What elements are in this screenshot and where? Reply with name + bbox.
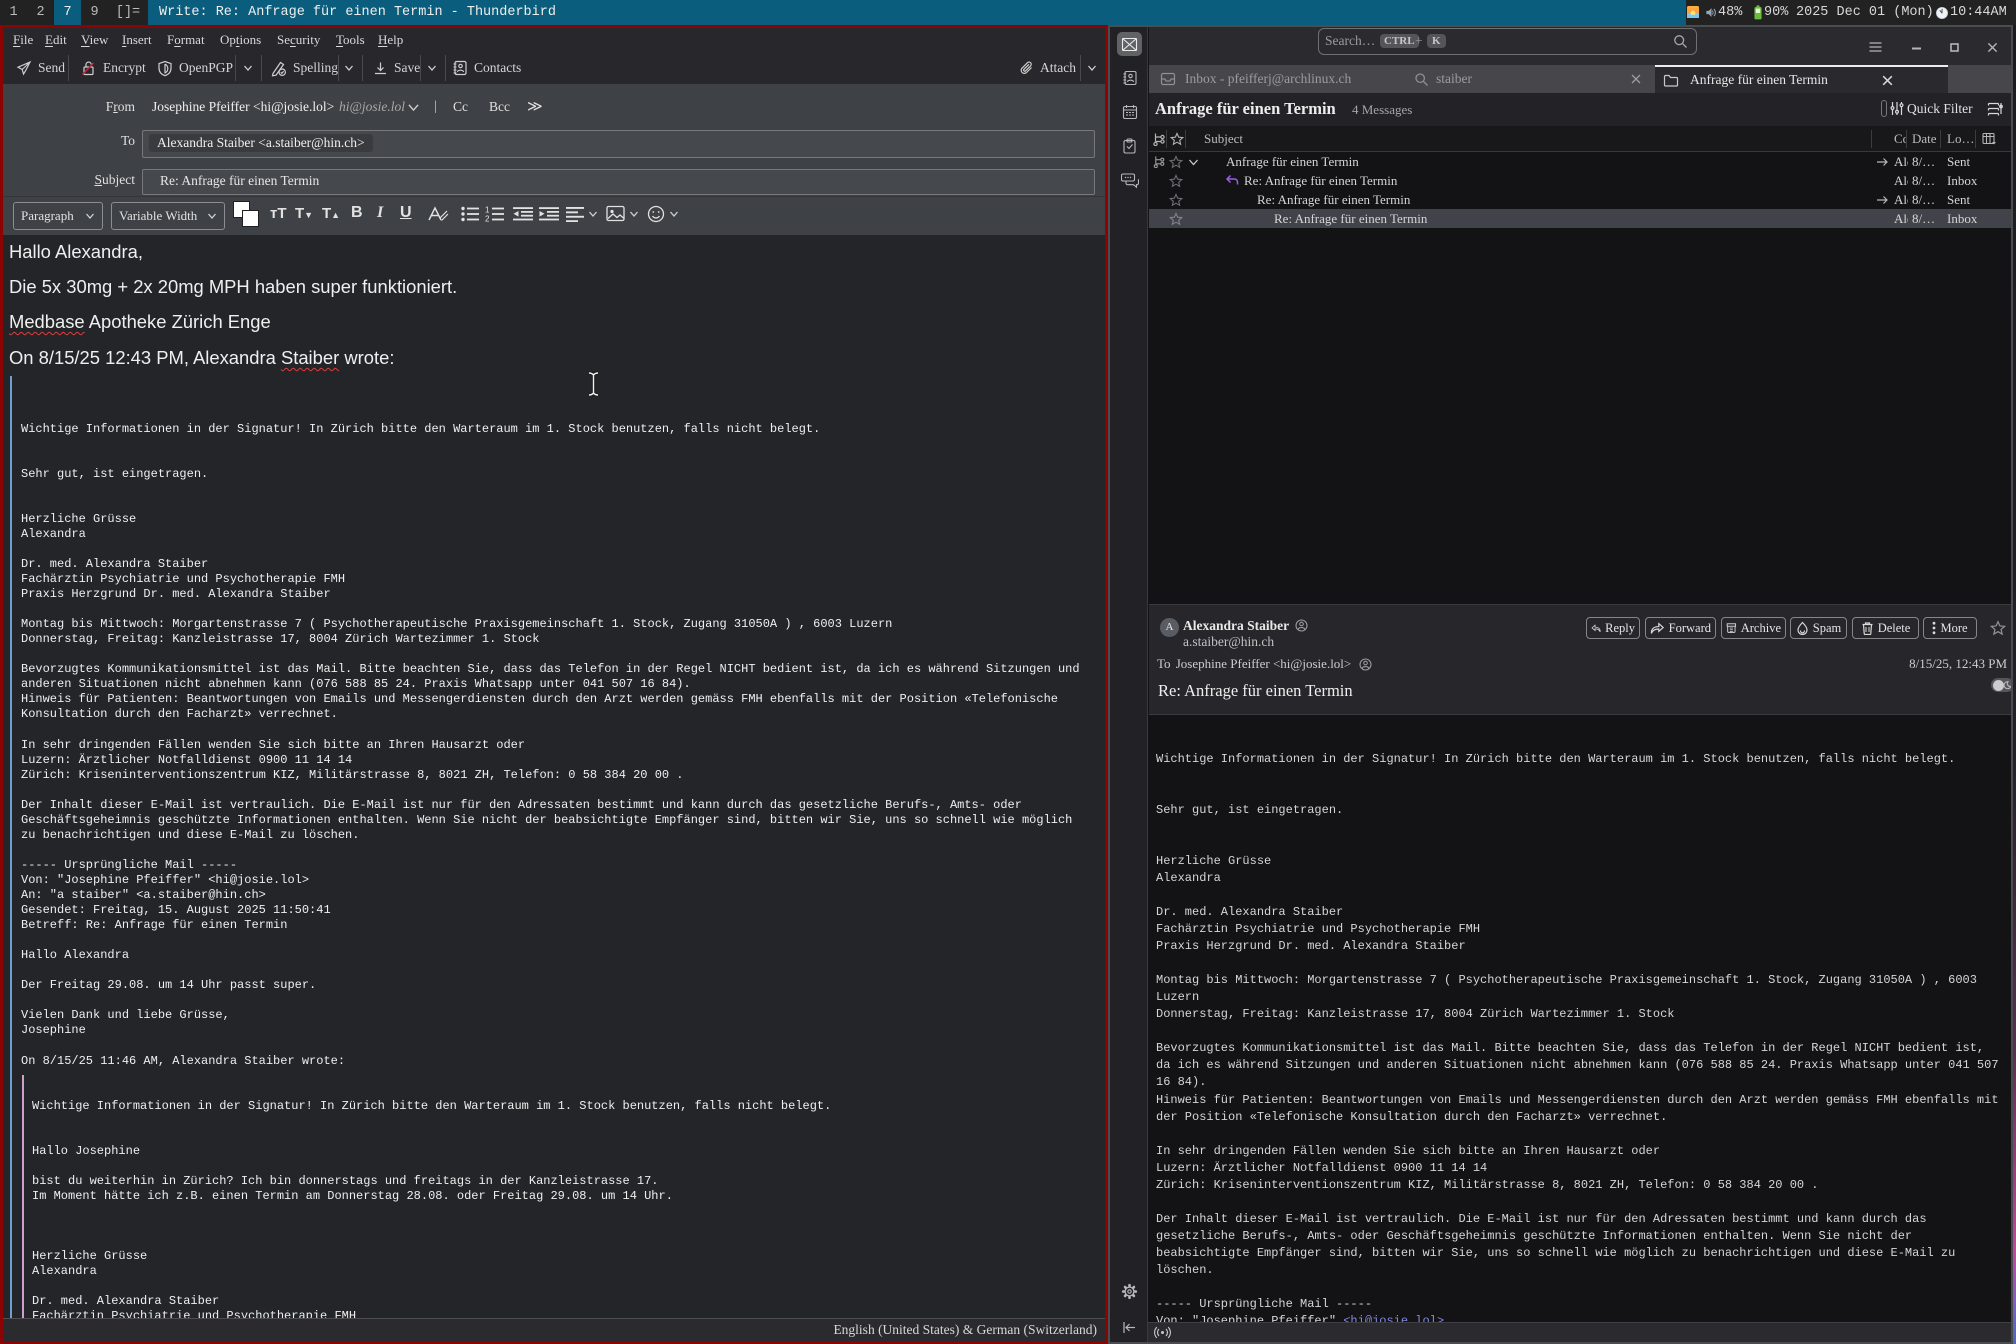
svg-text:2: 2 (485, 215, 490, 223)
svg-text:1: 1 (485, 206, 490, 215)
